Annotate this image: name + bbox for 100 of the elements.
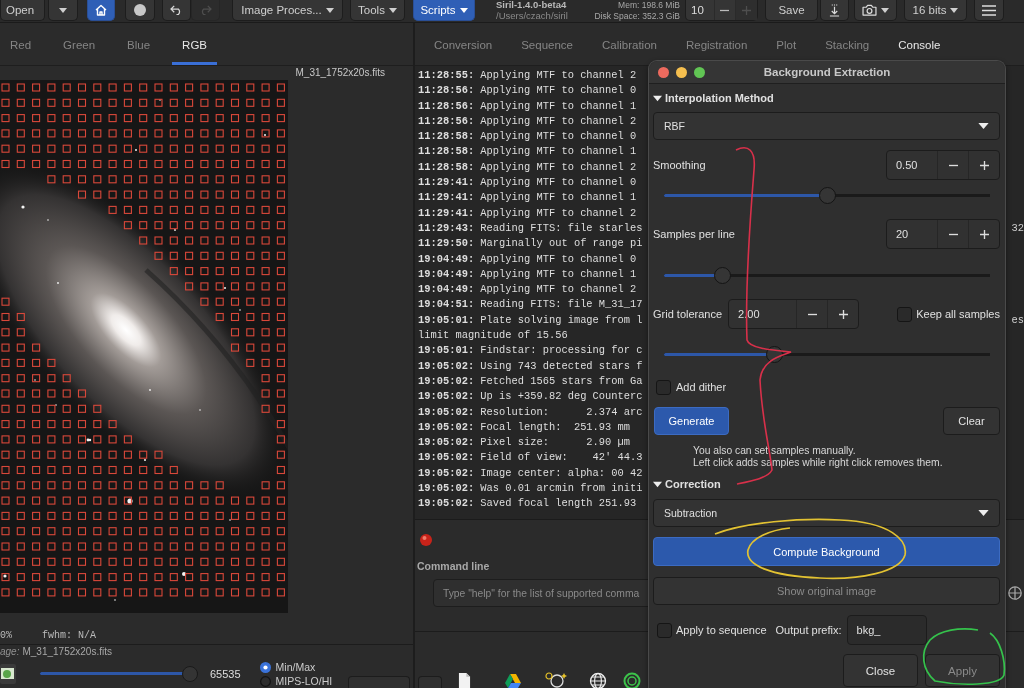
console-line: 19:05:02: Using 743 detected stars f: [418, 358, 643, 374]
console-line: 11:28:58: Applying MTF to channel 2: [418, 159, 637, 175]
spin-value-field[interactable]: 0.50: [887, 151, 937, 179]
camera-button[interactable]: [854, 0, 897, 21]
channel-tab[interactable]: Blue: [117, 23, 161, 65]
console-line: 19:05:02: Pixel size: 2.90 µm: [418, 435, 630, 451]
parameter-label: Smoothing: [653, 159, 706, 171]
dialog-button[interactable]: Close: [843, 654, 918, 687]
home-button[interactable]: [87, 0, 115, 21]
download-button[interactable]: [820, 0, 849, 21]
triangle-logo-icon[interactable]: [505, 674, 521, 688]
caret-icon: [881, 7, 889, 13]
console-line: 11:28:55: Applying MTF to channel 2: [418, 68, 637, 83]
max-value: 65535: [210, 667, 241, 680]
caret-icon: [950, 7, 959, 13]
caret-icon: [459, 7, 468, 13]
plus-icon: [838, 309, 848, 319]
minimize-icon[interactable]: [676, 66, 687, 78]
console-line: 19:05:02: Fetched 1565 stars from Ga: [418, 373, 643, 389]
channel-tab[interactable]: Green: [53, 23, 106, 65]
fwhm-readout: fwhm: N/A: [42, 630, 97, 642]
dialog-title: Background Extraction: [762, 66, 892, 78]
image-label: age:: [0, 645, 20, 659]
checkbox-label: Keep all samples: [916, 308, 1000, 320]
open-menu-button[interactable]: [48, 0, 78, 21]
correction-dropdown[interactable]: Subtraction: [653, 499, 1000, 527]
method-dropdown[interactable]: RBF: [653, 112, 1000, 140]
checkbox-label: Add dither: [676, 381, 727, 393]
expander-icon[interactable]: [653, 93, 662, 103]
compute-background-button[interactable]: Compute Background: [653, 537, 1000, 566]
section-heading: Correction: [665, 478, 721, 490]
console-line: 19:05:02: Up is +359.82 deg Counterc: [418, 389, 643, 405]
console-line: 19:04:49: Applying MTF to channel 0: [418, 251, 637, 267]
panel-tab[interactable]: Conversion: [424, 23, 503, 65]
console-line-fragment: es: [1011, 312, 1024, 328]
console-line: 11:29:50: Marginally out of range pi: [418, 236, 643, 252]
close-icon[interactable]: [658, 66, 669, 78]
planet-sparkle-icon[interactable]: [545, 672, 567, 688]
console-line: 11:28:56: Applying MTF to channel 1: [418, 98, 637, 114]
spin-value-field[interactable]: 20: [887, 220, 937, 248]
redo-icon: [199, 5, 212, 15]
spin-value-field[interactable]: 10: [686, 4, 714, 16]
circle-toggle-button[interactable]: [125, 0, 155, 21]
generate-button[interactable]: Generate: [654, 407, 729, 435]
console-line: 11:29:41: Applying MTF to channel 2: [418, 205, 637, 221]
panel-tab[interactable]: Calibration: [591, 23, 667, 65]
save-button[interactable]: Save: [765, 0, 818, 21]
checkbox[interactable]: [897, 306, 913, 322]
expander-icon[interactable]: [653, 479, 662, 489]
radio-button[interactable]: [259, 661, 271, 673]
panel-tab[interactable]: Sequence: [511, 23, 583, 65]
console-line: 19:05:02: Saved focal length 251.93: [418, 496, 637, 512]
crosshair-icon[interactable]: [1008, 586, 1022, 600]
image-filename: M_31_1752x20s.fits: [295, 66, 385, 80]
console-line: 11:28:56: Applying MTF to channel 2: [418, 113, 637, 129]
radio-button[interactable]: [259, 675, 271, 687]
command-line-label: Command line: [417, 560, 490, 572]
document-icon[interactable]: [458, 673, 471, 688]
parameter-label: Samples per line: [653, 228, 735, 240]
console-line: 19:05:01: Findstar: processing for c: [418, 343, 643, 359]
menu-button[interactable]: Tools: [350, 0, 405, 21]
output-prefix-field[interactable]: bkg_: [846, 615, 927, 645]
console-line: 11:28:56: Applying MTF to channel 0: [418, 83, 637, 99]
slider-thumb[interactable]: [713, 266, 731, 284]
main-menu-button[interactable]: [974, 0, 1004, 21]
radio-label: Min/Max: [275, 661, 316, 673]
parameter-label: Grid tolerance: [653, 308, 723, 320]
clear-button[interactable]: Clear: [943, 407, 1000, 435]
image-thumbnail-icon[interactable]: [0, 663, 16, 684]
caret-icon: [325, 7, 334, 13]
bit-depth-button[interactable]: 16 bits: [904, 0, 967, 21]
console-line: 19:05:02: Was 0.01 arcmin from initi: [418, 481, 643, 496]
open-button[interactable]: Open: [0, 0, 45, 21]
slider-thumb[interactable]: [182, 665, 198, 682]
maximize-icon[interactable]: [694, 66, 705, 78]
console-line: 19:05:02: Image center: alpha: 00 42: [418, 465, 643, 481]
checkbox[interactable]: [656, 379, 671, 395]
plus-icon: [979, 160, 989, 170]
plus-icon: [742, 5, 752, 15]
download-icon: [829, 3, 840, 17]
disk-space: Disk Space: 352.3 GiB: [594, 10, 680, 21]
channel-tab[interactable]: Red: [0, 23, 42, 65]
camera-icon: [862, 4, 877, 16]
ring-icon[interactable]: [623, 672, 641, 688]
menu-button[interactable]: Image Proces...: [232, 0, 343, 21]
caret-icon: [388, 7, 397, 13]
status-dot-icon: [420, 534, 432, 546]
console-line: 19:04:49: Applying MTF to channel 1: [418, 266, 637, 282]
checkbox[interactable]: [657, 622, 672, 638]
globe-icon[interactable]: [589, 672, 607, 688]
undo-button[interactable]: [162, 0, 191, 21]
slider-thumb[interactable]: [819, 186, 836, 204]
channel-tab[interactable]: RGB: [172, 23, 218, 65]
console-line: 19:04:49: Applying MTF to channel 2: [418, 282, 637, 298]
working-directory: /Users/czach/siril: [496, 10, 569, 21]
zoom-level: 0%: [0, 630, 12, 642]
section-heading: Interpolation Method: [665, 92, 774, 104]
console-line-fragment: 32: [1011, 220, 1024, 236]
menu-button[interactable]: Scripts: [413, 0, 475, 21]
console-line: 11:28:58: Applying MTF to channel 0: [418, 129, 637, 145]
